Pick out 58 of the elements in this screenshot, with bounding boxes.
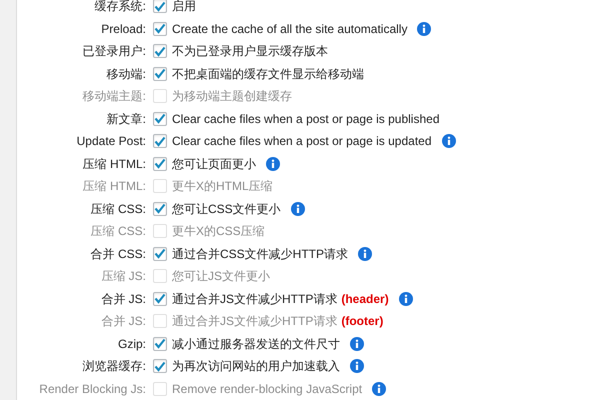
setting-description: Create the cache of all the site automatically bbox=[172, 20, 408, 38]
setting-label: Preload: bbox=[100, 20, 147, 38]
checkbox[interactable] bbox=[153, 359, 167, 374]
checkbox[interactable] bbox=[153, 0, 167, 14]
checkbox[interactable] bbox=[153, 292, 167, 306]
setting-label: Update Post: bbox=[76, 133, 147, 150]
setting-description: 您可让CSS文件更小 bbox=[172, 200, 281, 218]
setting-label: 压缩 HTML: bbox=[82, 156, 147, 173]
setting-label: 合并 JS: bbox=[100, 313, 147, 330]
checkbox[interactable] bbox=[153, 112, 167, 126]
info-icon[interactable] bbox=[266, 156, 280, 171]
setting-description: Clear cache files when a post or page is updated bbox=[172, 133, 432, 150]
tag-label: (footer) bbox=[341, 313, 384, 330]
checkbox[interactable] bbox=[153, 246, 167, 261]
setting-label: 合并 JS: bbox=[100, 290, 147, 308]
checkbox[interactable] bbox=[153, 156, 167, 171]
setting-description: Clear cache files when a post or page is published bbox=[172, 110, 440, 128]
checkbox[interactable] bbox=[153, 22, 167, 36]
setting-description: 通过合并JS文件减少HTTP请求 bbox=[172, 313, 338, 330]
info-icon[interactable] bbox=[350, 336, 364, 351]
setting-description: 减小通过服务器发送的文件尺寸 bbox=[172, 336, 340, 353]
setting-description: 通过合并JS文件减少HTTP请求 bbox=[172, 290, 338, 308]
tag-label: (header) bbox=[341, 290, 389, 308]
setting-description: 更牛X的CSS压缩 bbox=[172, 223, 265, 240]
setting-label: 浏览器缓存: bbox=[82, 358, 147, 376]
setting-label: Render Blocking Js: bbox=[38, 380, 147, 398]
setting-label: 移动端: bbox=[106, 66, 147, 83]
setting-description: 为移动端主题创建缓存 bbox=[172, 88, 292, 106]
setting-label: 缓存系统: bbox=[94, 0, 147, 16]
setting-description: 更牛X的HTML压缩 bbox=[172, 178, 273, 196]
setting-label: 移动端主题: bbox=[82, 88, 147, 106]
setting-label: 合并 CSS: bbox=[90, 246, 147, 263]
info-icon[interactable] bbox=[358, 246, 372, 261]
setting-description: 不把桌面端的缓存文件显示给移动端 bbox=[172, 66, 364, 83]
info-icon[interactable] bbox=[442, 134, 456, 148]
setting-label: 已登录用户: bbox=[82, 43, 147, 60]
setting-label: 压缩 CSS: bbox=[90, 223, 147, 240]
info-icon[interactable] bbox=[350, 359, 364, 374]
info-icon[interactable] bbox=[290, 202, 305, 216]
setting-label: 新文章: bbox=[106, 110, 147, 128]
checkbox[interactable] bbox=[153, 134, 167, 148]
setting-label: 压缩 CSS: bbox=[90, 200, 147, 218]
setting-description: 启用 bbox=[172, 0, 196, 16]
checkbox[interactable] bbox=[153, 336, 167, 351]
setting-description: 您可让页面更小 bbox=[172, 156, 256, 173]
checkbox[interactable] bbox=[153, 66, 167, 81]
info-icon[interactable] bbox=[398, 292, 413, 306]
setting-label: 压缩 HTML: bbox=[82, 178, 147, 196]
checkbox[interactable] bbox=[153, 202, 167, 216]
setting-description: 您可让JS文件更小 bbox=[172, 268, 270, 286]
setting-description: 通过合并CSS文件减少HTTP请求 bbox=[172, 246, 348, 263]
info-icon[interactable] bbox=[417, 22, 432, 36]
setting-description: 为再次访问网站的用户加速载入 bbox=[172, 358, 340, 376]
setting-description: Remove render-blocking JavaScript bbox=[172, 380, 362, 398]
setting-label: Gzip: bbox=[116, 336, 147, 353]
setting-label: 压缩 JS: bbox=[100, 268, 147, 286]
setting-description: 不为已登录用户显示缓存版本 bbox=[172, 43, 328, 60]
checkbox[interactable] bbox=[153, 44, 167, 58]
